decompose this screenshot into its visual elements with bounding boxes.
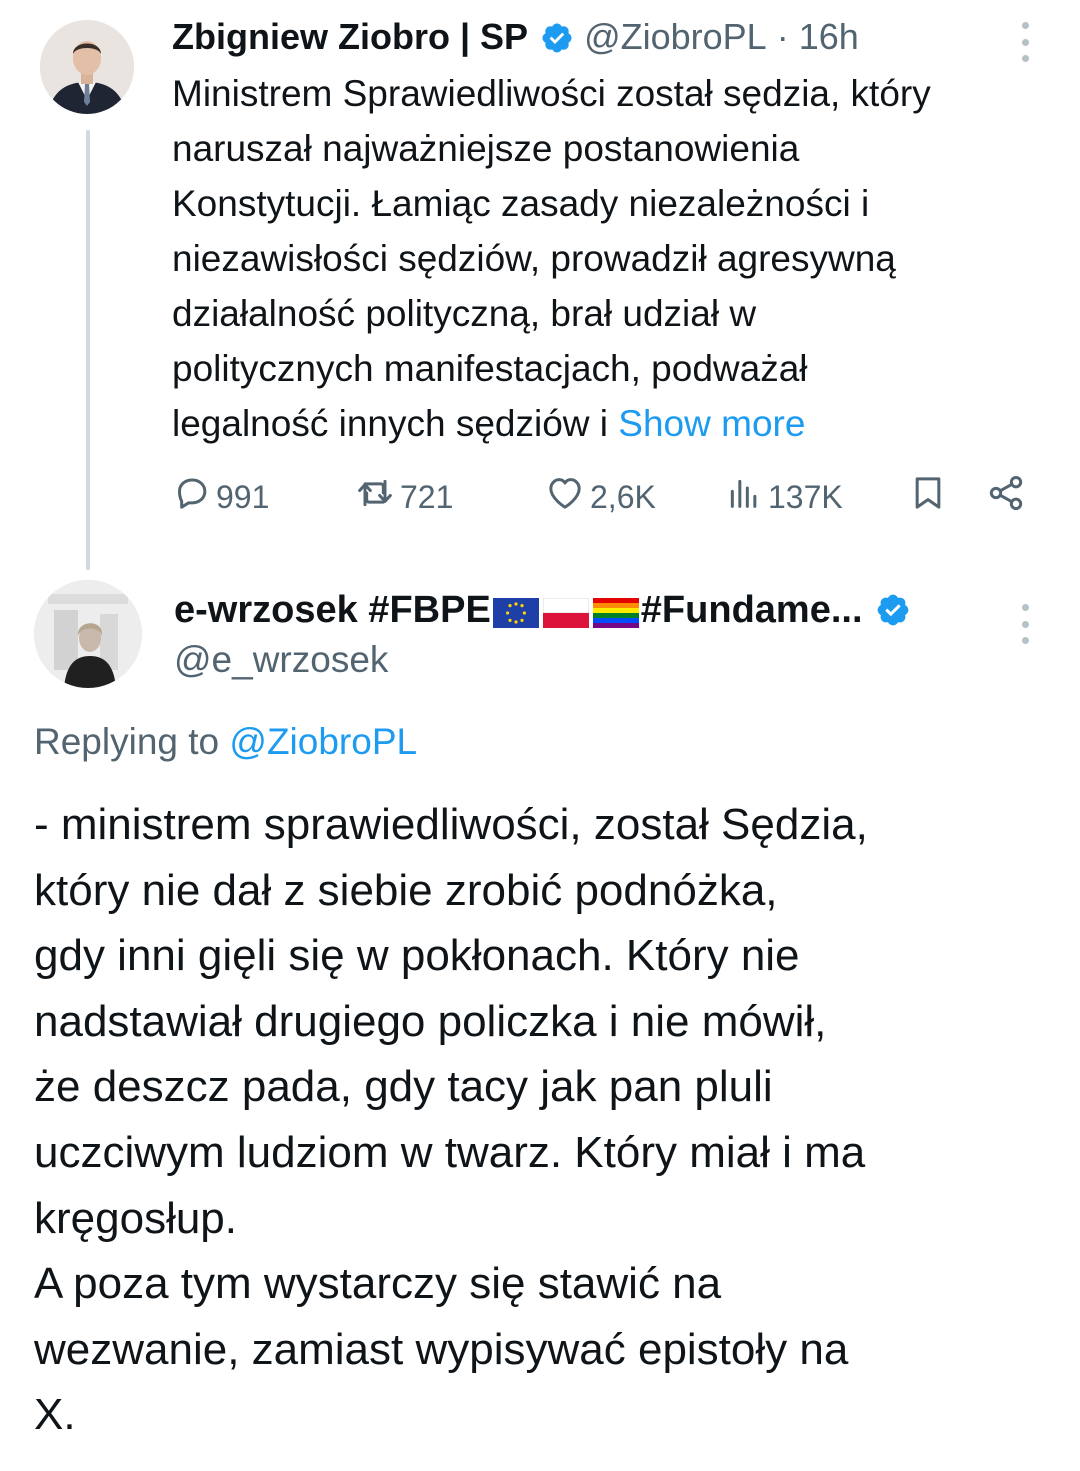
rainbow-flag-icon — [592, 595, 639, 628]
tweet1-text-line: działalność polityczną, brał udział w — [172, 293, 757, 334]
reply-button[interactable]: 991 — [172, 472, 269, 522]
tweet1-text-line: Ministrem Sprawiedliwości został sędzia,… — [172, 73, 931, 114]
like-count: 2,6K — [590, 478, 656, 515]
tweet2-text-line: nadstawiał drugiego policzka i nie mówił… — [34, 996, 827, 1046]
tweet2-author-name-suffix: #Fundame... — [640, 588, 863, 631]
ziobro-avatar[interactable] — [40, 20, 134, 114]
tweet2-text-line: kręgosłup. — [34, 1193, 238, 1243]
eu-flag-icon — [492, 595, 539, 628]
poland-flag-icon — [542, 595, 590, 628]
verified-badge-icon[interactable] — [540, 20, 574, 54]
show-more-link[interactable]: Show more — [618, 403, 805, 444]
share-icon — [986, 473, 1026, 521]
replying-to-mention[interactable]: @ZiobroPL — [229, 721, 417, 762]
tweet2-text-line: A poza tym wystarczy się stawić na — [34, 1259, 722, 1309]
tweet1-last-line: legalność innych sędziów i Show more — [172, 396, 1062, 451]
tweet1-text-line: politycznych manifestacjach, podważał — [172, 348, 808, 389]
tweet2-handle[interactable]: @e_wrzosek — [174, 636, 388, 684]
more-icon[interactable] — [1020, 22, 1030, 62]
tweet2-author-name-prefix: e-wrzosek #FBPE — [174, 588, 491, 631]
tweet1-text-line: naruszał najważniejsze postanowienia — [172, 128, 800, 169]
tweet2-text-line: gdy inni gięli się w pokłonach. Który ni… — [34, 931, 800, 981]
like-button[interactable]: 2,6K — [544, 472, 656, 522]
thread-connector-line — [86, 130, 90, 570]
tweet1-author-name[interactable]: Zbigniew Ziobro | SP — [172, 14, 528, 60]
repost-count: 721 — [400, 478, 454, 515]
screenshot: Zbigniew Ziobro | SP @ZiobroPL · 16h Min… — [0, 0, 1080, 1471]
tweet1-handle[interactable]: @ZiobroPL — [584, 14, 767, 60]
tweet2-text-line: że deszcz pada, gdy tacy jak pan pluli — [34, 1062, 773, 1112]
tweet2-text-line: wezwanie, zamiast wypisywać epistoły na — [34, 1324, 849, 1374]
tweet1-header: Zbigniew Ziobro | SP @ZiobroPL · 16h — [172, 14, 859, 60]
tweet2-text-line: który nie dał z siebie zrobić podnóżka, — [34, 865, 778, 915]
wrzosek-avatar[interactable] — [34, 580, 142, 688]
verified-badge-icon[interactable] — [875, 592, 911, 628]
tweet1-text: Ministrem Sprawiedliwości został sędzia,… — [172, 66, 1062, 451]
views-icon — [724, 473, 764, 521]
tweet2-text-line: - ministrem sprawiedliwości, został Sędz… — [34, 800, 868, 849]
tweet1-text-line: Konstytucji. Łamiąc zasady niezależności… — [172, 183, 870, 224]
repost-icon — [354, 473, 396, 521]
tweet1-action-bar: 991 721 2,6K 137K — [172, 472, 1032, 522]
tweet2-text-line: uczciwym ludziom w twarz. Który miał i m… — [34, 1127, 866, 1177]
tweet1-text-line: niezawisłości sędziów, prowadził agresyw… — [172, 238, 896, 279]
share-button[interactable] — [986, 472, 1026, 522]
tweet2-text: - ministrem sprawiedliwości, został Sędz… — [34, 792, 1064, 1448]
bookmark-button[interactable] — [908, 472, 948, 522]
tweet2-text-line: X. — [34, 1390, 76, 1440]
more-icon[interactable] — [1020, 604, 1030, 644]
tweet1-separator: · — [776, 16, 789, 57]
reply-count: 991 — [216, 478, 270, 515]
tweet1-timestamp[interactable]: 16h — [799, 14, 859, 60]
replying-to-line: Replying to @ZiobroPL — [34, 718, 417, 766]
reply-icon — [172, 473, 212, 521]
tweet2-author-name[interactable]: e-wrzosek #FBPE #Fundame... — [174, 584, 921, 636]
tweet1-text-line: legalność innych sędziów i — [172, 403, 609, 444]
views-count: 137K — [768, 478, 843, 515]
replying-to-label: Replying to — [34, 721, 220, 762]
like-icon — [544, 473, 586, 521]
views-button[interactable]: 137K — [724, 472, 843, 522]
bookmark-icon — [908, 471, 948, 523]
repost-button[interactable]: 721 — [354, 472, 453, 522]
